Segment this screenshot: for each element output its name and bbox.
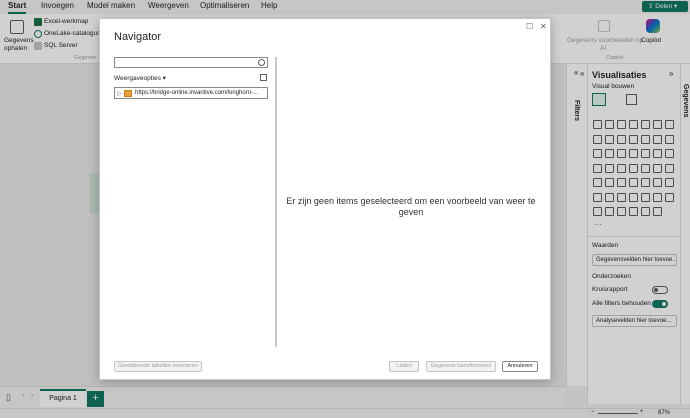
- tree-item-label: https://bridge-online.invantive.com/long…: [135, 90, 259, 96]
- search-icon: [258, 59, 265, 66]
- view-options-label: Weergaveopties: [114, 75, 161, 82]
- maximize-icon[interactable]: ☐: [526, 22, 533, 31]
- refresh-icon[interactable]: [260, 74, 267, 81]
- load-button[interactable]: Laden: [389, 361, 419, 372]
- folder-icon: [124, 90, 132, 97]
- search-input[interactable]: [114, 57, 268, 68]
- transform-data-button[interactable]: Gegevens transformeren: [426, 361, 496, 372]
- empty-preview-message: Er zijn geen items geselecteerd om een v…: [286, 196, 536, 217]
- dialog-title: Navigator: [114, 31, 162, 43]
- select-related-tables-button[interactable]: Gerelateerde tabellen selecteren: [114, 361, 202, 372]
- close-icon[interactable]: ✕: [540, 22, 547, 31]
- tree-item-source[interactable]: ▷ https://bridge-online.invantive.com/lo…: [114, 87, 268, 99]
- expand-icon[interactable]: ▷: [117, 90, 122, 97]
- cancel-button[interactable]: Annuleren: [502, 361, 538, 372]
- navigator-dialog: Navigator ☐ ✕ Weergaveopties ▾ ▷ https:/…: [99, 18, 551, 380]
- pane-splitter[interactable]: [275, 57, 277, 347]
- view-options-dropdown[interactable]: Weergaveopties ▾: [114, 74, 166, 82]
